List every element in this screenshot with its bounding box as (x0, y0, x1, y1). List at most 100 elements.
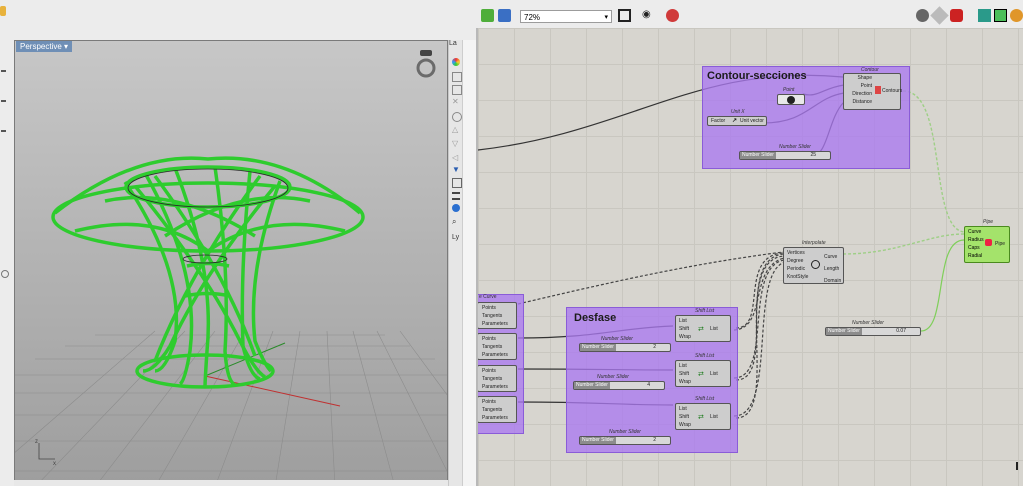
divide-output-points[interactable]: Points (482, 367, 508, 375)
viewport-tab-perspective[interactable]: Perspective ▾ (16, 41, 73, 52)
unit-x-output[interactable]: Unit vector (740, 118, 764, 124)
shift-input-wrap[interactable]: Wrap (679, 421, 691, 429)
pipe-component[interactable]: Curve Radius Caps Radial Pipe (964, 226, 1010, 263)
interpolate-component[interactable]: Vertices Degree Periodic KnotStyle Curve… (783, 247, 844, 284)
shift-input-list[interactable]: List (679, 362, 691, 370)
shift-list-component[interactable]: List Shift Wrap ⇄ List (675, 360, 731, 387)
divide-output-tangents[interactable]: Tangents (482, 312, 508, 320)
desfase-group[interactable]: Desfase Shift List List Shift Wrap ⇄ Lis… (566, 307, 738, 453)
open-icon[interactable] (481, 9, 494, 22)
shift-input-shift[interactable]: Shift (679, 370, 691, 378)
interpolate-input-knotstyle[interactable]: KnotStyle (787, 273, 808, 281)
divide-output-parameters[interactable]: Parameters (482, 414, 508, 422)
navigation-ring-icon[interactable] (416, 50, 436, 78)
shift-list-component[interactable]: List Shift Wrap ⇄ List (675, 315, 731, 342)
cursor-icon (1016, 462, 1023, 470)
shift-output[interactable]: List (710, 326, 718, 332)
close-icon[interactable]: ✕ (452, 98, 460, 106)
triangle-up-icon[interactable]: △ (452, 126, 460, 134)
divide-output-parameters[interactable]: Parameters (482, 320, 508, 328)
divide-component[interactable]: Points Tangents Parameters (478, 302, 517, 329)
divide-component[interactable]: Points Tangents Parameters (478, 333, 517, 360)
shift-slider[interactable]: Number Slider 2 (579, 343, 671, 352)
table-icon[interactable] (452, 178, 462, 188)
preview-off-icon[interactable] (916, 9, 929, 22)
save-icon[interactable] (498, 9, 511, 22)
divide-curve-group[interactable]: e Curve Points Tangents Parameters Point… (478, 294, 524, 434)
paint-icon[interactable] (666, 9, 679, 22)
pipe-input-caps[interactable]: Caps (968, 244, 984, 252)
layer-icon[interactable] (452, 72, 462, 82)
shift-input-wrap[interactable]: Wrap (679, 378, 691, 386)
divide-output-parameters[interactable]: Parameters (482, 383, 508, 391)
divide-component[interactable]: Points Tangents Parameters (478, 396, 517, 423)
divide-output-tangents[interactable]: Tangents (482, 343, 508, 351)
pipe-input-radial[interactable]: Radial (968, 252, 984, 260)
contour-input-distance[interactable]: Distance (844, 98, 900, 106)
interpolate-input-degree[interactable]: Degree (787, 257, 808, 265)
tool-icon[interactable] (1, 130, 6, 132)
divide-output-parameters[interactable]: Parameters (482, 351, 508, 359)
settings-icon[interactable] (1, 270, 9, 278)
shift-slider[interactable]: Number Slider 2 (579, 436, 671, 445)
shift-input-shift[interactable]: Shift (679, 413, 691, 421)
perspective-viewport[interactable]: z x (14, 40, 448, 486)
layers-label: Ly (452, 234, 460, 241)
bake-icon[interactable] (978, 9, 991, 22)
pipe-input-curve[interactable]: Curve (968, 228, 984, 236)
splitter[interactable] (462, 40, 477, 486)
contour-output[interactable]: Contours (882, 88, 902, 94)
shift-output[interactable]: List (710, 414, 718, 420)
interpolate-output-curve[interactable]: Curve (824, 251, 841, 263)
gh-canvas[interactable]: Contour-secciones Contour Shape Point Di… (478, 28, 1023, 486)
divide-output-points[interactable]: Points (482, 398, 508, 406)
contour-component[interactable]: Shape Point Direction Distance Contours (843, 73, 902, 110)
radius-slider[interactable]: Number Slider 0.07 (825, 327, 921, 336)
triangle-down-icon[interactable]: ▽ (452, 140, 460, 148)
wireframe-icon[interactable] (930, 6, 949, 25)
contour-slider[interactable]: Number Slider 25 (739, 151, 831, 160)
shift-input-shift[interactable]: Shift (679, 325, 691, 333)
interpolate-input-periodic[interactable]: Periodic (787, 265, 808, 273)
zoom-level-select[interactable]: 72% ▾ (520, 10, 612, 23)
panel-tab[interactable]: La (449, 40, 462, 50)
properties-icon[interactable] (452, 85, 462, 95)
contour-input-shape[interactable]: Shape (844, 74, 900, 82)
shift-input-list[interactable]: List (679, 317, 691, 325)
preview-eye-icon[interactable]: ◉ (642, 10, 655, 23)
menu-icon[interactable] (452, 192, 460, 200)
pipe-output[interactable]: Pipe (995, 241, 1005, 247)
interpolate-output-domain[interactable]: Domain (824, 275, 841, 287)
shift-input-list[interactable]: List (679, 405, 691, 413)
contour-group[interactable]: Contour-secciones Contour Shape Point Di… (702, 66, 910, 169)
color-icon[interactable] (452, 58, 460, 66)
interpolate-input-vertices[interactable]: Vertices (787, 249, 808, 257)
divide-output-points[interactable]: Points (482, 304, 508, 312)
divide-output-tangents[interactable]: Tangents (482, 406, 508, 414)
filter-icon[interactable]: ▼ (452, 166, 460, 174)
shift-output[interactable]: List (710, 371, 718, 377)
unit-x-input[interactable]: Factor (711, 118, 725, 124)
selected-only-icon[interactable] (994, 9, 1007, 22)
unit-x-component[interactable]: Factor ↗ Unit vector (707, 116, 767, 126)
shift-input-wrap[interactable]: Wrap (679, 333, 691, 341)
zoom-extents-icon[interactable] (618, 9, 631, 22)
tool-icon[interactable] (1, 100, 6, 102)
arrow-left-icon[interactable]: ◁ (452, 154, 460, 162)
tool-icon[interactable] (1, 70, 6, 72)
shaded-icon[interactable] (950, 9, 963, 22)
point-param[interactable] (777, 94, 805, 105)
render-icon[interactable] (452, 112, 462, 122)
display-icon[interactable] (1010, 9, 1023, 22)
help-icon[interactable] (452, 204, 460, 212)
search-icon[interactable]: ⌕ (452, 218, 460, 226)
divide-component[interactable]: Points Tangents Parameters (478, 365, 517, 392)
interpolate-outputs: Curve Length Domain (824, 251, 841, 287)
divide-output-tangents[interactable]: Tangents (482, 375, 508, 383)
divide-output-points[interactable]: Points (482, 335, 508, 343)
rhino-app-icon[interactable] (0, 6, 6, 16)
interpolate-output-length[interactable]: Length (824, 263, 841, 275)
pipe-input-radius[interactable]: Radius (968, 236, 984, 244)
shift-slider[interactable]: Number Slider 4 (573, 381, 665, 390)
shift-list-component[interactable]: List Shift Wrap ⇄ List (675, 403, 731, 430)
